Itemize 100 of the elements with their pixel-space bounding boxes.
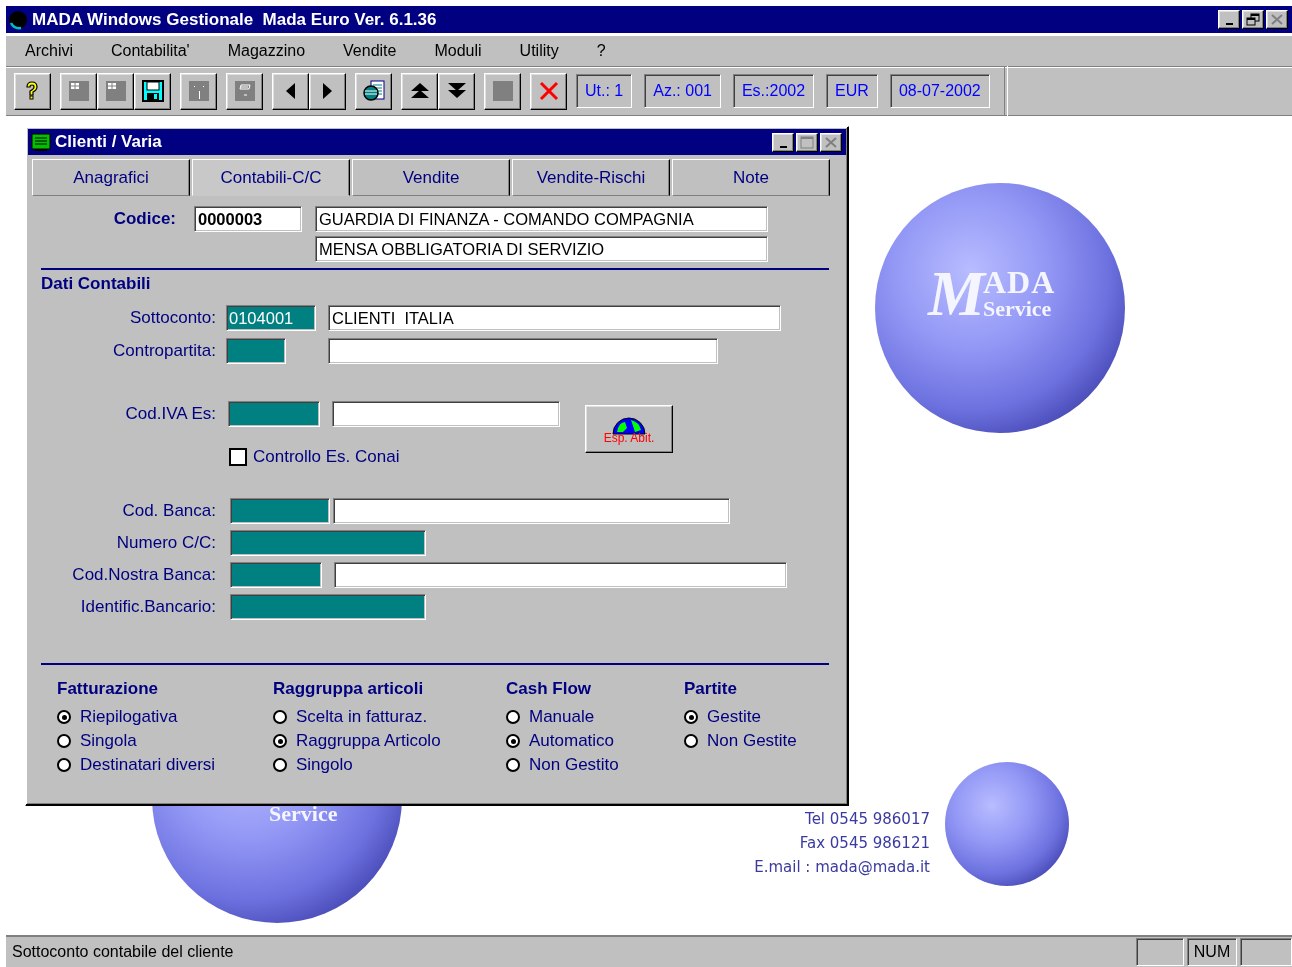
radio-button[interactable] xyxy=(273,734,287,748)
radio-button[interactable] xyxy=(273,710,287,724)
toolbar-button[interactable] xyxy=(97,72,134,110)
radio-label: Non Gestito xyxy=(529,755,619,775)
close-icon xyxy=(824,135,838,149)
code-field[interactable] xyxy=(230,498,330,524)
square-icon xyxy=(491,80,514,102)
tab[interactable]: Vendite xyxy=(352,159,510,196)
toolbar-button[interactable] xyxy=(134,72,171,110)
toolbar-button[interactable] xyxy=(272,72,309,110)
status-text: Sottoconto contabile del cliente xyxy=(12,943,234,961)
description-field[interactable]: CLIENTI ITALIA xyxy=(328,305,781,331)
menu-item[interactable]: Utility xyxy=(515,42,563,60)
radio-button[interactable] xyxy=(57,734,71,748)
radio-button[interactable] xyxy=(57,710,71,724)
close-button[interactable] xyxy=(820,132,842,152)
checkbox-label: Controllo Es. Conai xyxy=(253,447,400,467)
minimize-button[interactable] xyxy=(772,132,794,152)
field-label: Codice: xyxy=(112,208,176,230)
tab[interactable]: Contabili-C/C xyxy=(192,159,350,196)
radio-label: Manuale xyxy=(529,707,595,727)
radio-label: Scelta in fatturaz. xyxy=(296,707,428,727)
close-button[interactable] xyxy=(1266,10,1288,29)
code-field[interactable]: 0104001 xyxy=(226,305,316,331)
toolbar-button[interactable] xyxy=(60,72,97,110)
radio-button[interactable] xyxy=(506,710,520,724)
tab[interactable]: Vendite-Rischi xyxy=(512,159,670,196)
radio-button[interactable] xyxy=(273,758,287,772)
status-panel: NUM xyxy=(1187,938,1237,966)
code-field[interactable] xyxy=(230,562,322,588)
group-title: Fatturazione xyxy=(57,679,160,699)
checkbox[interactable] xyxy=(229,448,247,466)
toolbar-button[interactable] xyxy=(355,72,392,110)
restore-button[interactable] xyxy=(1242,10,1264,29)
contact-text: Tel 0545 986017 xyxy=(805,810,930,828)
menu-item[interactable]: Magazzino xyxy=(223,42,310,60)
description-field[interactable] xyxy=(334,562,787,588)
toolbar-button[interactable] xyxy=(180,72,217,110)
document-icon xyxy=(362,80,385,102)
field-label: Sottoconto: xyxy=(129,308,216,328)
field-label: Cod. Banca: xyxy=(121,501,216,521)
radio-button[interactable] xyxy=(506,734,520,748)
group-title: Raggruppa articoli xyxy=(273,679,425,699)
window-icon xyxy=(104,80,127,102)
tab[interactable]: Anagrafici xyxy=(32,159,190,196)
delete-icon xyxy=(537,80,560,102)
radio-label: Singolo xyxy=(296,755,353,775)
group-title: Partite xyxy=(684,679,738,699)
code-field[interactable] xyxy=(230,594,426,620)
contact-text: E.mail : mada@mada.it xyxy=(754,858,930,876)
right-arrow-icon xyxy=(323,83,332,99)
field-label: Cod.Nostra Banca: xyxy=(71,565,216,585)
radio-button[interactable] xyxy=(684,734,698,748)
maximize-button[interactable] xyxy=(796,132,818,152)
radio-button[interactable] xyxy=(684,710,698,724)
description-field[interactable] xyxy=(328,338,718,364)
window-icon xyxy=(31,132,51,152)
toolbar-field: EUR xyxy=(826,74,878,108)
radio-button[interactable] xyxy=(506,758,520,772)
radio-label: Destinatari diversi xyxy=(80,755,216,775)
menu-item[interactable]: Contabilita' xyxy=(107,42,194,60)
menu-item[interactable]: ? xyxy=(592,42,610,60)
app-logo-icon xyxy=(8,9,28,30)
radio-button[interactable] xyxy=(57,758,71,772)
toolbar-field: Es.:2002 xyxy=(732,74,815,108)
note-icon xyxy=(233,80,256,102)
description-field[interactable] xyxy=(332,401,560,427)
toolbar-field: Ut.: 1 xyxy=(576,74,633,108)
toolbar-button[interactable] xyxy=(14,72,51,110)
window-title: MADA Windows Gestionale Mada Euro Ver. 6.1.36 xyxy=(32,9,437,30)
toolbar-button[interactable] xyxy=(401,72,438,110)
menu-item[interactable]: Vendite xyxy=(339,42,401,60)
radio-label: Automatico xyxy=(529,731,615,751)
toolbar-button[interactable] xyxy=(484,72,521,110)
group-title: Cash Flow xyxy=(506,679,592,699)
tab[interactable]: Note xyxy=(672,159,830,196)
code-field[interactable] xyxy=(226,338,286,364)
code-field[interactable] xyxy=(228,401,320,427)
toolbar-field: Az.: 001 xyxy=(644,74,721,108)
minimize-button[interactable] xyxy=(1218,10,1240,29)
name-field[interactable]: GUARDIA DI FINANZA - COMANDO COMPAGNIA xyxy=(315,206,768,232)
left-arrow-icon xyxy=(286,83,295,99)
code-field[interactable]: 0000003 xyxy=(194,206,302,232)
maximize-icon xyxy=(800,135,814,149)
description-field[interactable] xyxy=(333,498,730,524)
code-field[interactable] xyxy=(230,530,426,556)
name-field[interactable]: MENSA OBBLIGATORIA DI SERVIZIO xyxy=(315,236,768,262)
blank-page-icon xyxy=(187,80,210,102)
field-label: Cod.IVA Es: xyxy=(124,404,216,424)
field-label: Numero C/C: xyxy=(115,533,216,553)
toolbar-button[interactable] xyxy=(438,72,475,110)
toolbar-button[interactable] xyxy=(530,72,567,110)
minimize-icon xyxy=(779,145,787,148)
menu-item[interactable]: Archivi xyxy=(21,42,77,60)
toolbar-button[interactable] xyxy=(309,72,346,110)
menu-item[interactable]: Moduli xyxy=(430,42,486,60)
window-icon xyxy=(67,80,90,102)
toolbar-button[interactable] xyxy=(226,72,263,110)
field-label: Identific.Bancario: xyxy=(79,597,216,617)
radio-label: Raggruppa Articolo xyxy=(296,731,441,751)
